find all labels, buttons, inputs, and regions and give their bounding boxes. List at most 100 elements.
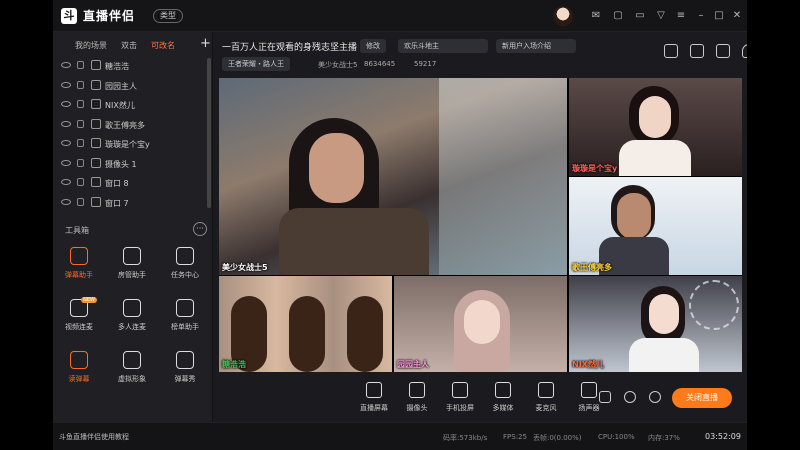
source-item[interactable]: 窗口 8 [53,175,213,194]
bottom-item-1[interactable]: 摄像头 [397,382,437,413]
lock-icon[interactable] [77,178,84,186]
title-bar: 斗 直播伴侣 类型 ✉ ▢ ▭ ▽ ≡ – □ ✕ [53,0,747,32]
tool-5[interactable]: 榜单助手 [165,299,205,345]
source-label: 窗口 8 [105,179,129,188]
lock-icon[interactable] [77,100,84,108]
tool-0[interactable]: 弹幕助手 [59,247,99,293]
app-title: 直播伴侣 [83,9,136,23]
settings-icon[interactable] [649,391,661,403]
window-icon [91,196,101,207]
tool-label: 视频连麦 [65,323,93,331]
tool-8[interactable]: 弹幕秀 [165,351,205,397]
source-item[interactable]: 糖浩浩 [53,58,213,77]
intro-pill[interactable]: 新用户入场介绍 [496,39,576,53]
tool-4[interactable]: 多人连麦 [112,299,152,345]
type-button[interactable]: 类型 [153,9,183,23]
preview-cell-mid-right: 歌王傅亮多 [569,177,742,275]
scene-link-icon [91,60,101,70]
maximize-icon[interactable]: □ [711,8,727,24]
scrollbar[interactable] [207,58,211,208]
cell-name: 璇璇是个宝y [572,164,618,173]
stream-preview[interactable]: 美少女战士5 璇璇是个宝y 歌王傅亮多 糖浩浩 园园主人 NIX然儿 [219,78,742,372]
source-item[interactable]: 园园主人 [53,78,213,97]
lock-icon[interactable] [690,44,704,58]
avatar[interactable] [553,6,573,26]
mail-icon[interactable]: ✉ [588,8,604,24]
live-clock: 03:52:09 [705,432,741,441]
bottom-item-0[interactable]: 直播屏幕 [354,382,394,413]
eye-icon[interactable] [61,120,71,127]
source-label: 璇璇是个宝y [105,140,150,149]
source-label: 歌王傅亮多 [105,120,145,130]
tool-1[interactable]: 房管助手 [112,247,152,293]
filter-icon[interactable]: ▽ [653,8,669,24]
add-source-icon[interactable]: + [200,36,211,51]
bottom-item-4[interactable]: 麦克风 [526,382,566,413]
fans-count: 59217 [414,60,437,68]
minimize-icon[interactable]: – [693,8,709,24]
layout-icon[interactable] [664,44,678,58]
bottom-item-icon [452,382,468,398]
bottom-item-label: 麦克风 [535,404,557,412]
tool-icon [176,299,194,317]
bell-icon[interactable] [742,44,747,58]
source-item[interactable]: 璇璇是个宝y [53,136,213,155]
tool-7[interactable]: 虚拟形象 [112,351,152,397]
source-item[interactable]: NIX然儿 [53,97,213,116]
eye-icon[interactable] [624,391,636,403]
eye-icon[interactable] [61,81,71,88]
lock-icon[interactable] [77,80,84,89]
lock-icon[interactable] [77,119,84,128]
bottom-item-3[interactable]: 多媒体 [483,382,523,413]
menu-icon[interactable]: ≡ [673,8,689,24]
tab-my-scenes[interactable]: 我的场景 [75,40,107,51]
eye-icon[interactable] [61,62,71,68]
tool-icon [70,247,88,265]
fps: FPS:25 [503,433,527,441]
window-icon[interactable] [716,44,730,58]
stop-live-button[interactable]: 关闭直播 [672,388,732,408]
tool-6[interactable]: 读弹幕 [59,351,99,397]
bottom-item-2[interactable]: 手机投屏 [440,382,480,413]
tool-label: 榜单助手 [171,323,199,331]
bottom-toolbar: 直播屏幕 摄像头 手机投屏 多媒体 麦克风 扬声器 关闭直播 [214,372,747,422]
message-icon[interactable]: ▢ [610,8,626,24]
lock-icon[interactable] [77,197,84,206]
preview-cell-top-right: 璇璇是个宝y [569,78,742,176]
tool-3[interactable]: 视频连麦 NEW [59,297,99,345]
tutorial-link[interactable]: 斗鱼直播伴侣使用教程 [59,432,129,442]
tool-icon [176,351,194,369]
tab-double-click[interactable]: 双击 [121,40,137,51]
eye-icon[interactable] [61,159,71,166]
category-pill[interactable]: 欢乐斗地主 [398,39,488,53]
source-item[interactable]: 窗口 7 [53,195,213,214]
window-icon [91,177,101,187]
edit-title-button[interactable]: 修改 [360,39,386,53]
tool-icon [123,247,141,265]
source-label: 窗口 7 [105,198,129,208]
source-item[interactable]: 歌王傅亮多 [53,117,213,136]
more-icon[interactable]: ··· [193,222,207,236]
eye-icon[interactable] [61,140,71,146]
lock-icon[interactable] [77,139,84,147]
lock-icon[interactable] [77,61,84,69]
bottom-item-label: 直播屏幕 [360,404,388,412]
preview-cell-bottom-left: 糖浩浩 [219,276,392,372]
cell-name: 园园主人 [397,360,429,369]
source-label: 摄像头 1 [105,159,137,169]
eye-icon[interactable] [61,179,71,185]
eye-icon[interactable] [61,101,71,107]
scene-link-icon [91,118,101,129]
channel-badge[interactable]: 王者荣耀・路人王 [222,57,290,71]
lock-icon[interactable] [77,158,84,167]
tool-2[interactable]: 任务中心 [165,247,205,293]
record-icon[interactable] [599,391,611,403]
eye-icon[interactable] [61,198,71,205]
screen-icon[interactable]: ▭ [632,8,648,24]
bottom-item-icon [581,382,597,398]
close-icon[interactable]: ✕ [729,8,745,24]
source-item[interactable]: 摄像头 1 [53,156,213,175]
bottom-item-label: 手机投屏 [446,404,474,412]
tab-renamable[interactable]: 可改名 [151,40,175,51]
bottom-item-icon [495,382,511,398]
